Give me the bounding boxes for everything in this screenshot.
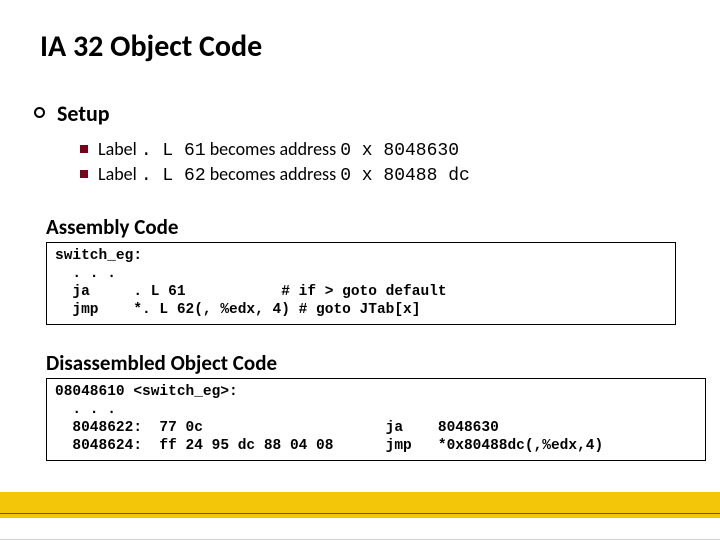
assembly-code-box: switch_eg: . . . ja . L 61 # if > goto d… — [46, 242, 676, 325]
bullet-setup: Setup — [34, 100, 110, 127]
sub-bullets: Label . L 61 becomes address 0 x 8048630… — [80, 136, 470, 188]
sub-bullet-l61: Label . L 61 becomes address 0 x 8048630 — [80, 138, 470, 161]
slide: IA 32 Object Code Setup Label . L 61 bec… — [0, 0, 720, 540]
footer-gold-bar — [0, 492, 720, 518]
sub-b-post: becomes address — [206, 163, 341, 185]
sub-bullet-l62-text: Label . L 62 becomes address 0 x 80488 d… — [98, 163, 470, 186]
square-bullet-icon — [80, 170, 88, 178]
sub-bullet-l61-text: Label . L 61 becomes address 0 x 8048630 — [98, 138, 459, 161]
disassembled-code-box: 08048610 <switch_eg>: . . . 8048622: 77 … — [46, 378, 706, 461]
sub-a-post: becomes address — [206, 138, 341, 160]
sub-a-pre: Label — [98, 138, 141, 160]
bullet-setup-label: Setup — [57, 100, 110, 127]
hollow-circle-icon — [34, 107, 45, 118]
sub-bullet-l62: Label . L 62 becomes address 0 x 80488 d… — [80, 163, 470, 186]
sub-a-code: . L 61 — [141, 141, 206, 161]
sub-b-pre: Label — [98, 163, 141, 185]
section-assembly-heading: Assembly Code — [46, 214, 179, 240]
square-bullet-icon — [80, 145, 88, 153]
footer-divider — [0, 513, 720, 514]
section-disassembled-heading: Disassembled Object Code — [46, 350, 277, 376]
sub-b-code: . L 62 — [141, 166, 206, 186]
sub-b-addr: 0 x 80488 dc — [340, 166, 470, 186]
slide-title: IA 32 Object Code — [40, 28, 262, 65]
sub-a-addr: 0 x 8048630 — [340, 141, 459, 161]
